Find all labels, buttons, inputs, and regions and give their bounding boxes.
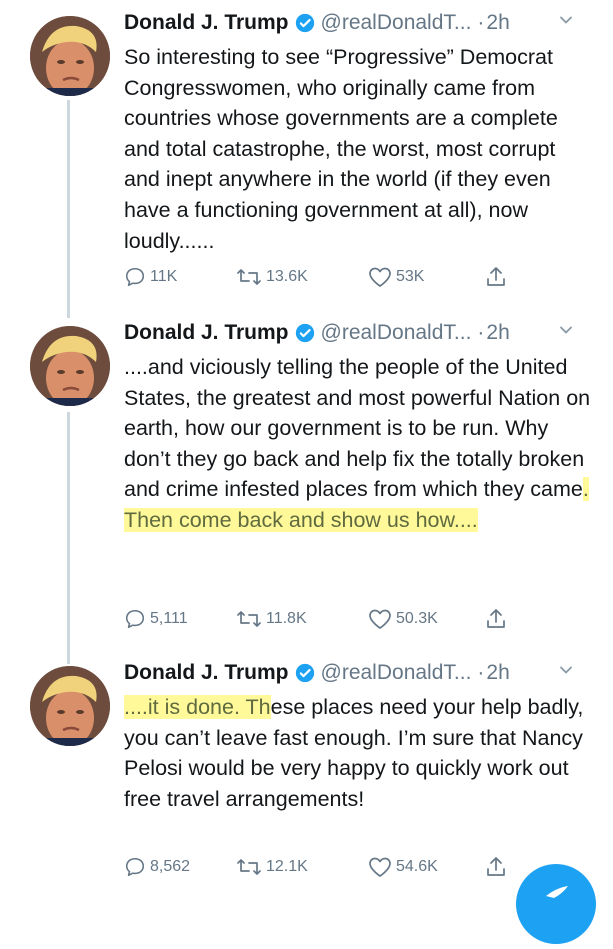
separator-dot: · xyxy=(477,321,485,344)
compose-tweet-icon xyxy=(546,886,568,898)
share-button[interactable] xyxy=(484,262,512,292)
timestamp[interactable]: 2h xyxy=(486,11,509,35)
separator-dot: · xyxy=(477,661,485,684)
reply-icon xyxy=(125,267,145,287)
tweet-text-main: ....and viciously telling the people of … xyxy=(124,355,591,502)
verified-badge-icon xyxy=(295,663,314,683)
like-button[interactable]: 50.3K xyxy=(368,604,438,634)
share-icon xyxy=(487,857,505,876)
reply-button[interactable]: 11K xyxy=(124,262,177,292)
reply-button[interactable]: 5,111 xyxy=(124,604,188,634)
share-button[interactable] xyxy=(484,604,512,634)
author-handle[interactable]: @realDonaldT... xyxy=(321,321,472,345)
compose-tweet-button[interactable] xyxy=(516,864,596,944)
highlighted-text: ....it is done. Th xyxy=(124,695,271,719)
chevron-down-icon[interactable] xyxy=(558,322,574,338)
reply-count: 5,111 xyxy=(150,610,188,627)
like-count: 50.3K xyxy=(396,610,438,627)
verified-badge-icon xyxy=(295,323,314,343)
avatar[interactable] xyxy=(30,666,110,746)
author-name[interactable]: Donald J. Trump xyxy=(124,661,289,685)
verified-badge-icon xyxy=(295,13,314,33)
reply-count: 8,562 xyxy=(150,858,191,875)
like-count: 54.6K xyxy=(396,858,438,875)
retweet-button[interactable]: 12.1K xyxy=(236,852,308,882)
retweet-count: 12.1K xyxy=(266,858,308,875)
heart-icon xyxy=(369,857,391,877)
share-button[interactable] xyxy=(484,852,512,882)
separator-dot: · xyxy=(477,11,485,34)
retweet-button[interactable]: 11.8K xyxy=(236,604,307,634)
retweet-icon xyxy=(237,859,261,875)
tweet-text: ....and viciously telling the people of … xyxy=(124,352,594,536)
retweet-button[interactable]: 13.6K xyxy=(236,262,308,292)
retweet-icon xyxy=(237,611,261,627)
author-handle[interactable]: @realDonaldT... xyxy=(321,661,472,685)
tweet-text: ....it is done. These places need your h… xyxy=(124,692,594,814)
retweet-count: 11.8K xyxy=(266,610,307,627)
heart-icon xyxy=(369,267,391,287)
share-icon xyxy=(487,609,505,628)
chevron-down-icon[interactable] xyxy=(558,662,574,678)
tweet-text: So interesting to see “Progressive” Demo… xyxy=(124,45,558,253)
reply-button[interactable]: 8,562 xyxy=(124,852,190,882)
tweet-2[interactable]: Donald J. Trump @realDonaldT... · 2h ...… xyxy=(0,318,613,648)
share-icon xyxy=(487,267,505,286)
retweet-count: 13.6K xyxy=(266,268,308,285)
reply-icon xyxy=(125,609,145,629)
reply-count: 11K xyxy=(150,268,178,285)
avatar[interactable] xyxy=(30,326,110,406)
like-count: 53K xyxy=(396,268,425,285)
author-handle[interactable]: @realDonaldT... xyxy=(321,11,472,35)
like-button[interactable]: 54.6K xyxy=(368,852,438,882)
timestamp[interactable]: 2h xyxy=(486,661,509,685)
heart-icon xyxy=(369,609,391,629)
like-button[interactable]: 53K xyxy=(368,262,424,292)
timestamp[interactable]: 2h xyxy=(486,321,509,345)
retweet-icon xyxy=(237,269,261,285)
author-name[interactable]: Donald J. Trump xyxy=(124,11,289,35)
author-name[interactable]: Donald J. Trump xyxy=(124,321,289,345)
tweet-actions: 11K 13.6K 53K xyxy=(124,262,594,292)
reply-icon xyxy=(125,857,145,877)
tweet-1[interactable]: Donald J. Trump @realDonaldT... · 2h So … xyxy=(0,8,613,308)
avatar[interactable] xyxy=(30,16,110,96)
chevron-down-icon[interactable] xyxy=(558,12,574,28)
tweet-actions: 5,111 11.8K 50.3K xyxy=(124,604,594,634)
